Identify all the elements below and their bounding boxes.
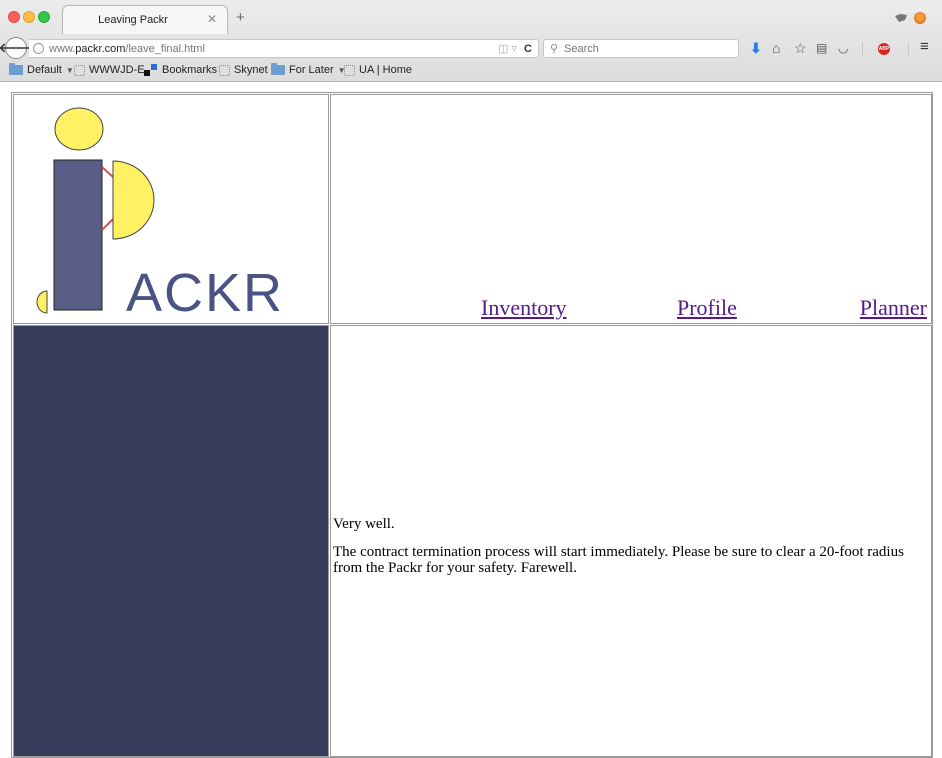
url-bar-actions: ◫ ▿ C	[498, 42, 532, 55]
packr-logo: ACKR	[36, 107, 284, 323]
folder-icon	[9, 63, 23, 75]
globe-icon	[33, 43, 44, 54]
caret-down-icon: ▼	[65, 65, 74, 75]
bookmark-wwwjd-e[interactable]: WWWJD-E	[74, 64, 145, 76]
planner-link[interactable]: Planner	[860, 295, 927, 321]
farewell-message: Very well. The contract termination proc…	[333, 516, 923, 588]
pocket-icon[interactable]: ◡	[838, 41, 848, 55]
hamburger-menu-icon[interactable]: ≡	[920, 38, 929, 55]
reading-list-icon[interactable]: ▤	[816, 41, 827, 55]
bookmark-ua-home[interactable]: UA | Home	[344, 64, 412, 76]
search-bar[interactable]: ⚲	[543, 39, 739, 58]
bookmarks-toolbar: Default ▼ WWWJD-E Bookmarks Skynet For La…	[0, 62, 942, 81]
toolbar-separator	[862, 42, 863, 56]
dropdown-icon[interactable]: ▿	[511, 43, 517, 55]
content-cell: Very well. The contract termination proc…	[330, 325, 932, 757]
search-icon: ⚲	[550, 43, 559, 55]
minimize-window-button[interactable]	[23, 11, 35, 23]
logo-text: ACKR	[126, 263, 284, 323]
web-page: ACKR Inventory Profile Planner Very well…	[0, 82, 942, 758]
profile-link[interactable]: Profile	[677, 295, 737, 321]
bookmark-for-later[interactable]: For Later ▼	[271, 63, 346, 76]
maximize-window-button[interactable]	[38, 11, 50, 23]
page-layout-table: ACKR Inventory Profile Planner Very well…	[11, 92, 933, 758]
inventory-link[interactable]: Inventory	[481, 295, 567, 321]
tab-title: Leaving Packr	[98, 14, 168, 26]
reload-icon[interactable]: C	[524, 43, 532, 55]
bookmark-bookmarks[interactable]: Bookmarks	[144, 64, 217, 76]
close-window-button[interactable]	[8, 11, 20, 23]
url-text[interactable]: www.packr.com/leave_final.html	[49, 43, 205, 55]
url-bar[interactable]: www.packr.com/leave_final.html ◫ ▿ C	[29, 39, 539, 58]
home-icon[interactable]: ⌂	[772, 40, 780, 56]
navigation-bar: 🡐 www.packr.com/leave_final.html ◫ ▿ C ⚲…	[0, 36, 942, 62]
page-icon	[219, 64, 230, 76]
download-icon[interactable]: ⬇	[750, 40, 762, 57]
pocket-url-icon[interactable]: ◫	[498, 43, 508, 55]
tab-close-icon[interactable]: ✕	[207, 12, 217, 26]
logo-cell: ACKR	[13, 94, 329, 324]
message-line-1: Very well.	[333, 516, 395, 532]
folder-icon	[271, 63, 285, 75]
adblock-icon[interactable]: ABP	[878, 43, 890, 55]
toolbar-separator	[908, 42, 909, 56]
firefox-extension-icon[interactable]	[914, 12, 926, 24]
bookmark-default[interactable]: Default ▼	[9, 63, 74, 76]
bookmark-skynet[interactable]: Skynet	[219, 64, 268, 76]
search-input[interactable]	[564, 42, 734, 55]
browser-chrome: Leaving Packr ✕ + 🡐 www.packr.com/leave_…	[0, 0, 942, 82]
page-icon	[74, 64, 85, 76]
new-tab-button[interactable]: +	[236, 9, 245, 26]
nav-cell: Inventory Profile Planner	[330, 94, 932, 324]
message-line-2: The contract termination process will st…	[333, 544, 904, 576]
back-button[interactable]: 🡐	[0, 37, 33, 59]
tab-leaving-packr[interactable]: Leaving Packr ✕	[62, 5, 228, 34]
bookmarks-icon	[144, 64, 158, 76]
page-icon	[344, 64, 355, 76]
title-bar: Leaving Packr ✕ +	[0, 0, 942, 34]
star-icon[interactable]: ☆	[794, 40, 807, 57]
extension-icon[interactable]	[894, 13, 908, 23]
sidebar-panel	[13, 325, 329, 757]
